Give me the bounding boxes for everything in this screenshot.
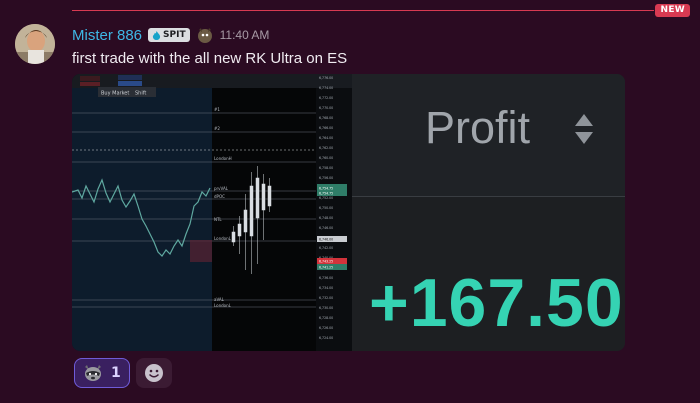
- reactions-bar: 1: [74, 358, 172, 388]
- svg-text:6,724.00: 6,724.00: [319, 336, 333, 340]
- svg-text:LondonL: LondonL: [214, 236, 232, 241]
- svg-text:aVAL: aVAL: [214, 297, 225, 302]
- smiley-icon: [144, 364, 163, 382]
- image-attachment[interactable]: Buy Market Shift #1 #2 LondonH prvVAL dP…: [72, 74, 625, 351]
- svg-text:6,760.00: 6,760.00: [319, 156, 333, 160]
- role-tag-label: SPIT: [163, 30, 186, 40]
- svg-text:6,752.00: 6,752.00: [319, 196, 333, 200]
- svg-text:6,746.00: 6,746.00: [319, 238, 333, 242]
- svg-text:6,772.00: 6,772.00: [319, 96, 333, 100]
- svg-text:6,758.00: 6,758.00: [319, 166, 333, 170]
- svg-text:Buy Market: Buy Market: [101, 91, 129, 97]
- add-reaction-button[interactable]: [135, 358, 172, 388]
- timestamp: 11:40 AM: [219, 28, 270, 42]
- new-badge: NEW: [655, 4, 690, 17]
- reaction-raccoon[interactable]: 1: [74, 358, 130, 388]
- svg-text:LondonH: LondonH: [214, 156, 232, 161]
- svg-text:6,756.00: 6,756.00: [319, 176, 333, 180]
- reaction-count: 1: [111, 365, 121, 381]
- profit-header: Profit: [352, 74, 625, 197]
- svg-text:6,728.00: 6,728.00: [319, 316, 333, 320]
- profit-value: +167.50: [369, 265, 624, 341]
- svg-text:#1: #1: [214, 107, 220, 112]
- svg-text:6,741.25: 6,741.25: [319, 266, 333, 270]
- svg-text:LondonL: LondonL: [214, 303, 232, 308]
- svg-text:6,774.00: 6,774.00: [319, 86, 333, 90]
- svg-text:#2: #2: [214, 126, 220, 131]
- svg-text:6,766.00: 6,766.00: [319, 126, 333, 130]
- svg-text:6,768.00: 6,768.00: [319, 116, 333, 120]
- role-tag[interactable]: SPIT: [148, 28, 190, 42]
- svg-text:6,742.00: 6,742.00: [319, 246, 333, 250]
- svg-text:6,734.00: 6,734.00: [319, 286, 333, 290]
- svg-text:6,754.75: 6,754.75: [319, 187, 333, 191]
- profit-label: Profit: [425, 102, 531, 153]
- chart-screenshot[interactable]: Buy Market Shift #1 #2 LondonH prvVAL dP…: [72, 74, 352, 351]
- svg-text:6,732.00: 6,732.00: [319, 296, 333, 300]
- svg-text:dPOC: dPOC: [214, 194, 225, 199]
- svg-text:6,776.00: 6,776.00: [319, 76, 333, 80]
- server-emoji-icon: [197, 28, 212, 43]
- svg-text:6,754.75: 6,754.75: [319, 192, 333, 196]
- sort-icon: [575, 114, 593, 144]
- svg-text:6,736.00: 6,736.00: [319, 276, 333, 280]
- svg-text:Shift: Shift: [135, 91, 146, 97]
- svg-text:6,764.00: 6,764.00: [319, 136, 333, 140]
- raccoon-emoji-icon: [85, 365, 101, 381]
- svg-text:6,726.00: 6,726.00: [319, 326, 333, 330]
- avatar[interactable]: [15, 24, 55, 64]
- svg-text:NTL: NTL: [214, 217, 222, 222]
- svg-text:prvVAL: prvVAL: [214, 186, 229, 191]
- svg-text:6,746.00: 6,746.00: [319, 226, 333, 230]
- flame-icon: [152, 30, 161, 40]
- svg-text:6,770.00: 6,770.00: [319, 106, 333, 110]
- message-text: first trade with the all new RK Ultra on…: [72, 50, 348, 67]
- new-messages-divider: [72, 10, 654, 11]
- message-header: Mister 886 SPIT 11:40 AM: [72, 25, 269, 45]
- username[interactable]: Mister 886: [72, 27, 142, 44]
- svg-text:6,730.00: 6,730.00: [319, 306, 333, 310]
- profit-screenshot[interactable]: Profit +167.50: [352, 74, 625, 351]
- svg-text:6,743.25: 6,743.25: [319, 260, 333, 264]
- svg-text:6,750.00: 6,750.00: [319, 206, 333, 210]
- svg-text:6,762.00: 6,762.00: [319, 146, 333, 150]
- svg-text:6,748.00: 6,748.00: [319, 216, 333, 220]
